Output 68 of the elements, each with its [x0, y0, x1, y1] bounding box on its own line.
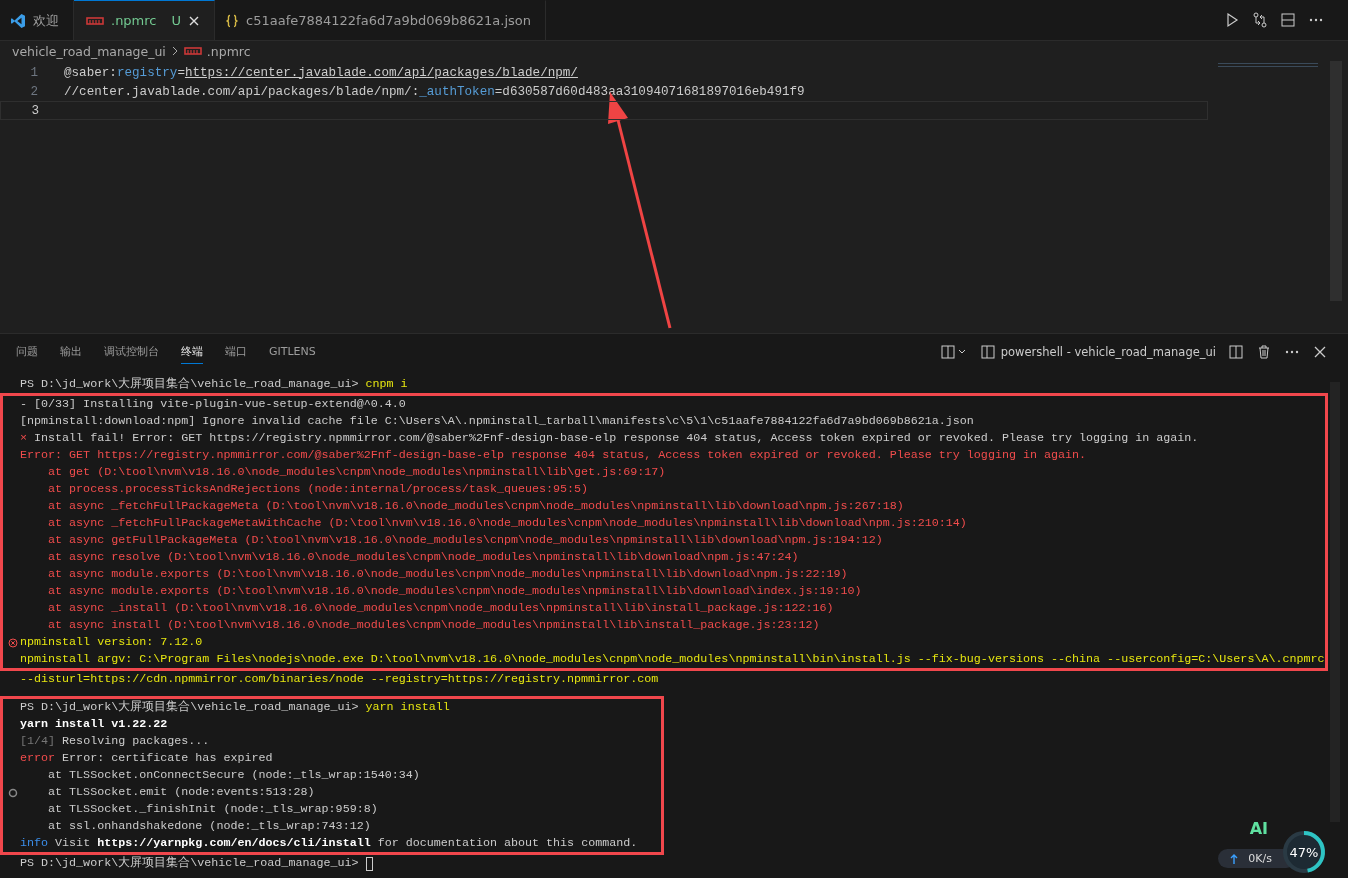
close-icon: [188, 14, 200, 27]
panel-tab[interactable]: GITLENS: [269, 341, 316, 363]
terminal-line: × Install fail! Error: GET https://registry.npmmirror.com/@saber%2Fnf-design-base-elp response 404 status, Access token expired or revoked. Please try logging in again.: [20, 430, 1199, 447]
error-circle-icon: [8, 637, 18, 648]
panel-icon: [980, 345, 995, 359]
app-logo-icon: [10, 12, 26, 29]
tab-label: .npmrc: [111, 13, 157, 28]
close-icon: [1312, 344, 1328, 360]
breadcrumb-item[interactable]: .npmrc: [206, 43, 251, 59]
braces-icon: [225, 13, 239, 28]
git-status-label: U: [171, 13, 181, 28]
upload-arrow-icon: [1230, 853, 1239, 864]
npm-file-icon: [183, 46, 202, 56]
usage-percent: 47%: [1289, 844, 1319, 860]
code-line: @saber:registry=https://center.javablade.com/api/packages/blade/npm/: [64, 65, 578, 80]
terminal-line: at ssl.onhandshakedone (node:_tls_wrap:743:12): [47, 818, 371, 835]
circle-icon: [8, 787, 18, 798]
terminal-line: PS D:\jd_work\大屏项目集合\vehicle_road_manage_ui> cnpm i: [20, 376, 408, 393]
breadcrumb-item[interactable]: vehicle_road_manage_ui: [12, 43, 166, 59]
terminal-line: - [0/33] Installing vite-plugin-vue-setup-extend@^0.4.0: [20, 396, 406, 413]
editor-tab[interactable]: c51aafe7884122fa6d7a9bd069b8621a.json: [215, 0, 546, 40]
split-editor-icon: [1280, 12, 1296, 28]
terminal-line: at TLSSocket._finishInit (node:_tls_wrap:959:8): [47, 801, 378, 818]
trash-icon: [1256, 344, 1272, 360]
terminal-line: [1/4] Resolving packages...: [20, 733, 210, 750]
line-number: 3: [30, 103, 40, 118]
run-icon: [1224, 12, 1240, 28]
compare-changes-icon: [1252, 12, 1268, 28]
terminal-line: PS D:\jd_work\大屏项目集合\vehicle_road_manage_ui>: [20, 855, 360, 872]
terminal-line: error Error: certificate has expired: [20, 750, 273, 767]
npm-file-icon: [86, 15, 104, 26]
terminal-line: npminstall argv: C:\Program Files\nodejs\node.exe D:\tool\nvm\v18.16.0\node_modules\cnpm\node_modules\npminstall\bin\install.js --fix-bug-versions --china --userconfig=C:\Users\A\.cnpmrc: [20, 651, 1325, 668]
split-terminal-icon: [1228, 344, 1244, 360]
terminal-line: at async _install (D:\tool\nvm\v18.16.0\node_modules\cnpm\node_modules\npminstall\lib\install_package.js:122:16): [47, 600, 834, 617]
terminal-line: at async module.exports (D:\tool\nvm\v18.16.0\node_modules\cnpm\node_modules\npminstall\lib\download\index.js:19:10): [47, 583, 862, 600]
terminal-line: npminstall version: 7.12.0: [20, 634, 203, 651]
panel-tab[interactable]: 端口: [225, 340, 247, 364]
code-line: //center.javablade.com/api/packages/blade/npm/:_authToken=d630587d60d483aa31094071681897016eb491f9: [64, 84, 805, 99]
terminal-line: [npminstall:download:npm] Ignore invalid cache file C:\Users\A\.npminstall_tarball\manifests\c\5\1\c51aafe7884122fa6d7a9bd069b8621a.json: [20, 413, 974, 430]
terminal-line: at async module.exports (D:\tool\nvm\v18.16.0\node_modules\cnpm\node_modules\npminstall\lib\download\npm.js:22:19): [47, 566, 848, 583]
panel-tab[interactable]: 问题: [16, 340, 38, 364]
terminal-line: at async _fetchFullPackageMetaWithCache (D:\tool\nvm\v18.16.0\node_modules\cnpm\node_modules\npminstall\lib\download\npm.js:210:14): [47, 515, 967, 532]
line-number: 1: [29, 65, 39, 80]
terminal-line: at async getFullPackageMeta (D:\tool\nvm\v18.16.0\node_modules\cnpm\node_modules\npminstall\lib\download\npm.js:194:12): [47, 532, 883, 549]
terminal-selector[interactable]: powershell - vehicle_road_manage_ui: [980, 345, 1216, 359]
chevron-right-icon: [170, 46, 179, 56]
text-cursor: [365, 856, 373, 871]
tab-label: 欢迎: [33, 11, 59, 30]
terminal-line: info Visit https://yarnpkg.com/en/docs/cli/install for documentation about this command.: [20, 835, 638, 852]
terminal-line: PS D:\jd_work\大屏项目集合\vehicle_road_manage_ui> yarn install: [20, 699, 450, 716]
panel-tab[interactable]: 终端: [181, 340, 203, 364]
terminal-line: at process.processTicksAndRejections (node:internal/process/task_queues:95:5): [47, 481, 589, 498]
terminal-line: at async install (D:\tool\nvm\v18.16.0\node_modules\cnpm\node_modules\npminstall\lib\install_package.js:23:12): [47, 617, 820, 634]
editor-tab[interactable]: .npmrc U: [74, 0, 215, 40]
panel-tab[interactable]: 调试控制台: [104, 340, 159, 364]
ai-badge[interactable]: AI: [1249, 819, 1268, 838]
line-number: 2: [29, 84, 39, 99]
terminal-line: at get (D:\tool\nvm\v18.16.0\node_modules\cnpm\node_modules\npminstall\lib\get.js:69:17): [47, 464, 666, 481]
panel-tab[interactable]: 输出: [60, 340, 82, 364]
terminal-line: Error: GET https://registry.npmmirror.com/@saber%2Fnf-design-base-elp response 404 status, Access token expired or revoked. Please try logging in again.: [20, 447, 1087, 464]
terminal-line: yarn install v1.22.22: [20, 716, 168, 733]
terminal-line: --disturl=https://cdn.npmmirror.com/binaries/node --registry=https://registry.npmmirror.com: [20, 671, 659, 688]
tab-label: c51aafe7884122fa6d7a9bd069b8621a.json: [246, 13, 531, 28]
terminal-line: at TLSSocket.onConnectSecure (node:_tls_wrap:1540:34): [47, 767, 420, 784]
terminal-line: at TLSSocket.emit (node:events:513:28): [47, 784, 315, 801]
terminal-line: at async _fetchFullPackageMeta (D:\tool\nvm\v18.16.0\node_modules\cnpm\node_modules\npminstall\lib\download\npm.js:267:18): [47, 498, 904, 515]
speed-text: 0K/s: [1248, 852, 1272, 865]
terminal-line: at async resolve (D:\tool\nvm\v18.16.0\node_modules\cnpm\node_modules\npminstall\lib\download\npm.js:47:24): [47, 549, 799, 566]
